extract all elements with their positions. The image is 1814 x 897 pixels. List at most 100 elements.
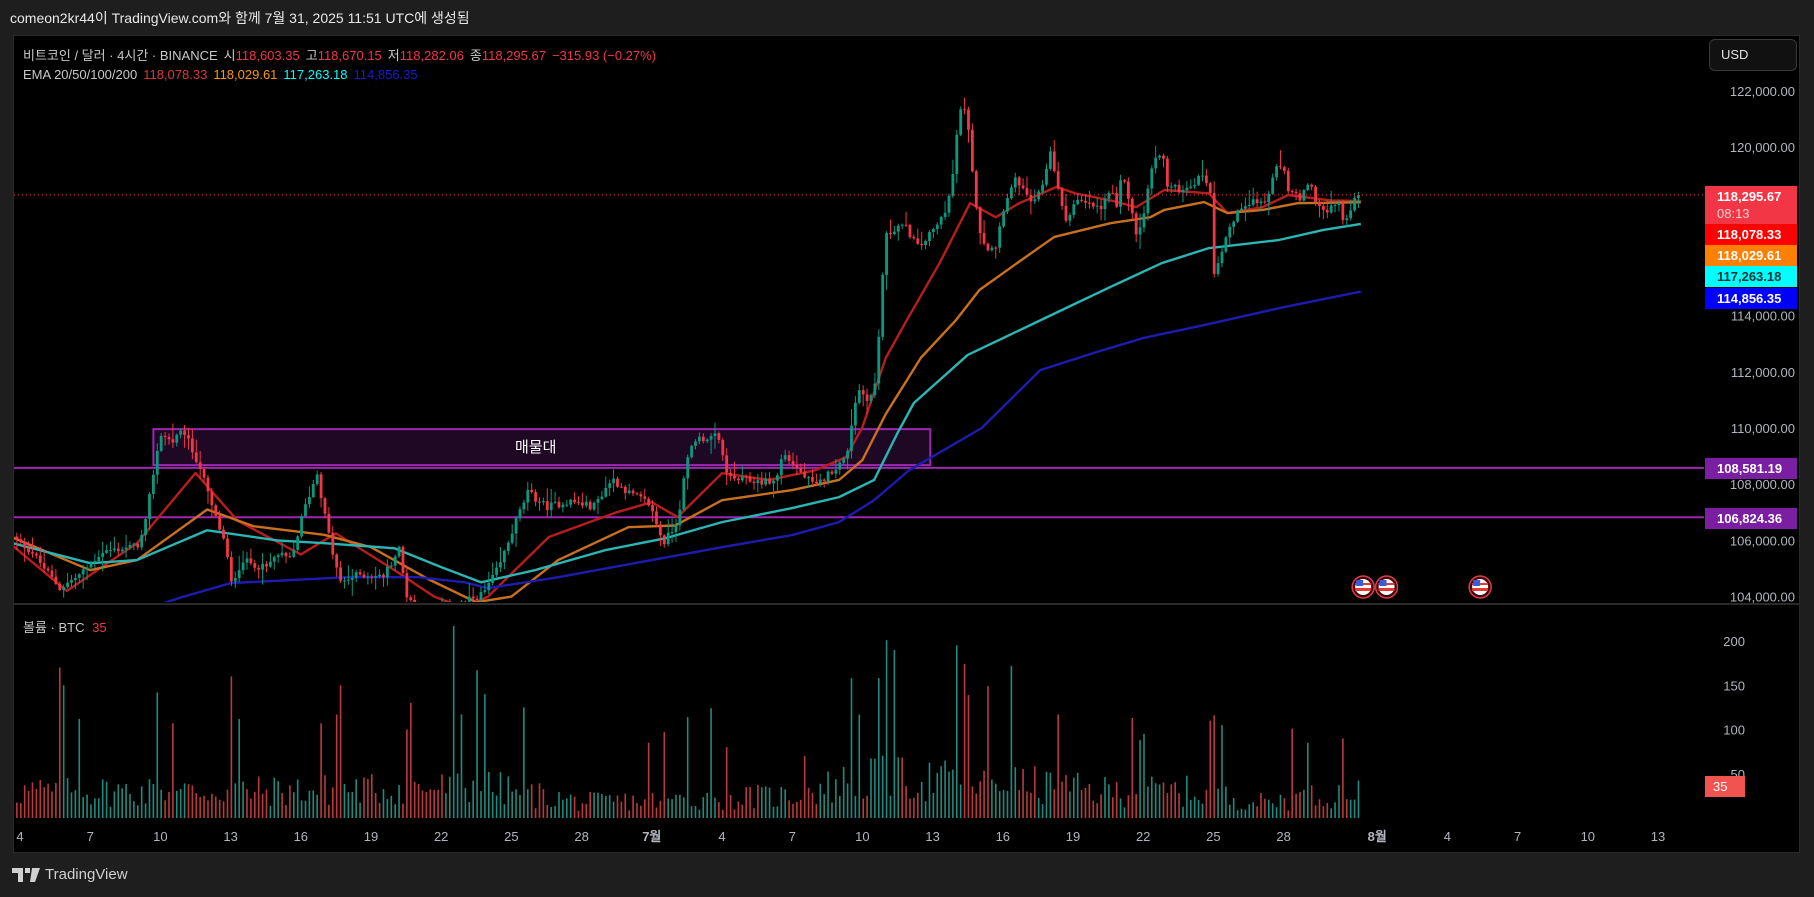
volume-tag: 35 [1705, 776, 1745, 797]
candle-body [93, 561, 97, 563]
volume-bar [1022, 769, 1024, 818]
candle-body [475, 598, 479, 601]
volume-bar [643, 799, 646, 818]
candle-body [748, 477, 752, 482]
candle-body [662, 535, 666, 545]
volume-bar [569, 794, 572, 818]
ema-legend[interactable]: EMA 20/50/100/200 118,078.33 118,029.61 117… [23, 67, 424, 82]
candle-body [506, 542, 510, 552]
volume-bar [199, 797, 201, 818]
volume-bar [1221, 725, 1223, 818]
zone-label[interactable]: 매물대 [515, 436, 556, 457]
candle-body [1236, 210, 1239, 222]
candle-body [194, 452, 198, 463]
volume-bar [1334, 802, 1336, 818]
candle-body [389, 565, 393, 567]
volume-bar [881, 755, 884, 818]
candle-body [210, 491, 214, 506]
volume-bar [253, 791, 256, 818]
volume-bar [671, 799, 673, 818]
candle-body [775, 475, 779, 481]
tradingview-logo[interactable]: TradingView [12, 866, 128, 883]
candle-body [857, 390, 861, 403]
volume-bar [526, 789, 529, 818]
volume-bar [550, 806, 552, 818]
volume-bar [261, 793, 264, 818]
candle-body [705, 439, 709, 442]
candle-body [768, 478, 771, 484]
volume-bar [476, 670, 478, 818]
candle-body [639, 494, 643, 497]
us-flag-event-icon[interactable] [1468, 575, 1492, 599]
volume-bar [706, 792, 708, 818]
ema50-tag: 118,029.61 [1705, 245, 1797, 266]
volume-bar [593, 792, 595, 818]
currency-button[interactable]: USD [1709, 39, 1797, 71]
volume-bar [328, 804, 330, 818]
candle-body [163, 435, 167, 438]
volume-bar [624, 793, 627, 818]
volume-bar [1096, 803, 1098, 818]
candle-body [1041, 184, 1044, 192]
candle-body [499, 562, 502, 568]
volume-bar [967, 694, 970, 818]
volume-legend[interactable]: 볼륨 · BTC 35 [23, 617, 107, 636]
volume-bar [1275, 807, 1278, 818]
candle-body [171, 439, 175, 443]
candle-body [128, 544, 132, 548]
candle-body [1271, 177, 1275, 194]
volume-bar [1006, 790, 1009, 818]
candle-body [584, 501, 588, 506]
volume-bar [936, 772, 939, 818]
time-axis-label: 22 [434, 829, 448, 844]
price-axis-label: 122,000.00 [1730, 84, 1795, 99]
volume-bar [952, 769, 954, 818]
ohlc-legend: 비트코인 / 달러 · 4시간 · BINANCE 시118,603.35 고118… [23, 45, 662, 64]
candle-body [892, 231, 896, 234]
volume-bar [542, 789, 545, 818]
volume-bar [425, 791, 428, 818]
time-axis-label: 13 [1651, 829, 1665, 844]
candle-body [229, 557, 233, 582]
us-flag-event-icon[interactable] [1351, 575, 1375, 599]
volume-bar [620, 801, 623, 818]
volume-bar [1189, 799, 1192, 818]
candle-body [1314, 186, 1317, 202]
volume-bar [538, 783, 541, 818]
volume-bar [889, 795, 892, 818]
candle-body [1177, 184, 1181, 193]
volume-bar [682, 797, 685, 818]
close-value: 118,295.67 [481, 48, 546, 63]
volume-bar [172, 723, 174, 818]
price-chart[interactable]: 122,000.00 120,000.00 114,000.00 112,000.00… [0, 0, 1814, 897]
candle-body [1353, 197, 1356, 211]
volume-bar [897, 757, 900, 818]
candle-body [1294, 191, 1298, 194]
volume-bar [987, 686, 989, 818]
volume-bar [47, 783, 49, 818]
candle-body [1123, 180, 1126, 182]
candle-body [198, 462, 202, 469]
volume-bar [577, 810, 580, 818]
symbol-name[interactable]: 비트코인 / 달러 · 4시간 · BINANCE [23, 48, 218, 63]
volume-bar [530, 784, 533, 818]
candle-body [116, 548, 120, 552]
flag-stripe [1472, 588, 1489, 591]
time-axis-label: 7월 [642, 829, 661, 844]
volume-bar [948, 771, 950, 818]
volume-bar [1135, 794, 1137, 818]
us-flag-event-icon[interactable] [1374, 575, 1399, 599]
volume-bar [1154, 783, 1157, 818]
volume-axis-label: 200 [1723, 634, 1745, 649]
volume-bar [156, 692, 159, 818]
volume-bar [1178, 793, 1180, 818]
volume-bar [78, 718, 81, 818]
volume-bar [920, 781, 923, 818]
candle-body [1279, 166, 1282, 168]
volume-bar [117, 784, 120, 818]
volume-bar [944, 760, 946, 818]
candle-body [77, 574, 81, 578]
volume-axis-label: 150 [1723, 678, 1745, 693]
candle-body [912, 236, 916, 239]
candle-body [1345, 218, 1349, 221]
